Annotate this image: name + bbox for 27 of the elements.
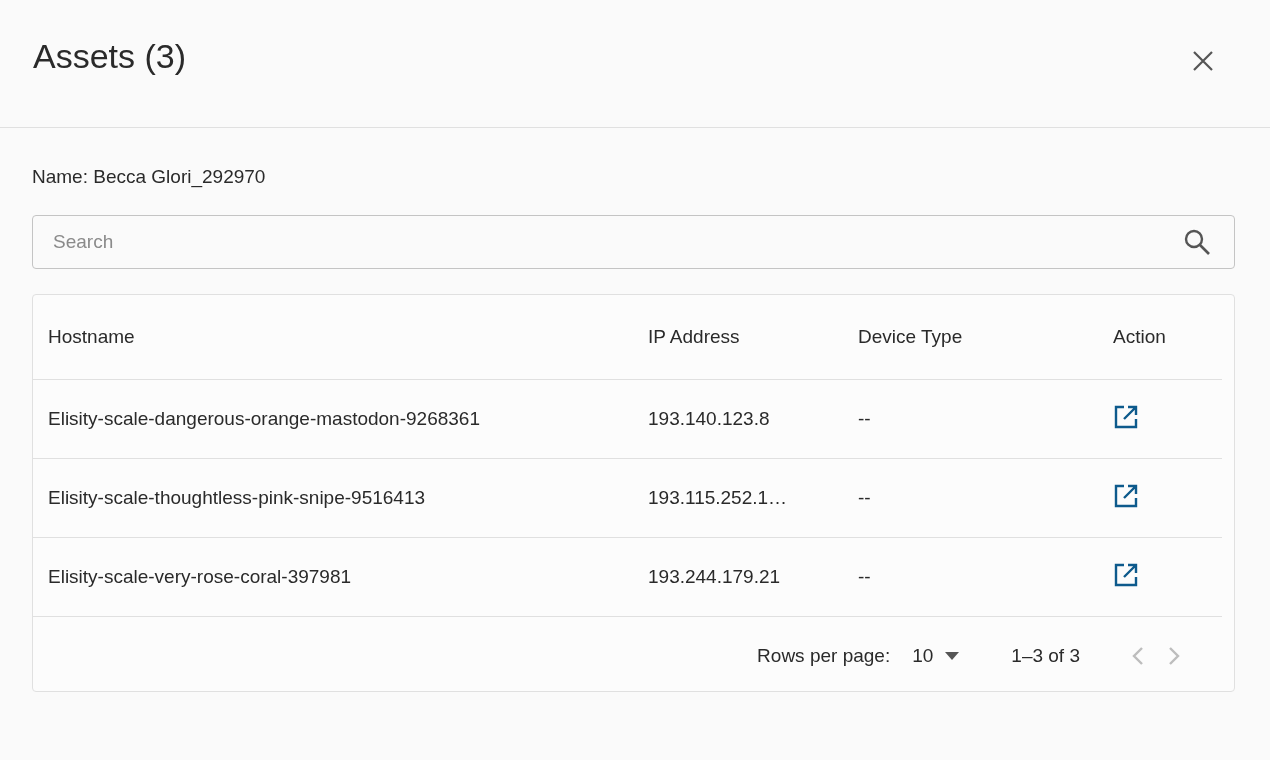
external-link-icon[interactable]	[1113, 561, 1139, 588]
table-cell-text: Elisity-scale-very-rose-coral-397981	[47, 566, 353, 588]
rows-per-page-select[interactable]: 10	[912, 645, 960, 667]
column-header: Hostname	[47, 326, 136, 348]
rows-per-page-label: Rows per page:	[757, 645, 891, 667]
search-field[interactable]: Search	[32, 215, 1235, 269]
table-cell-text: --	[857, 487, 872, 509]
table-cell-text: 193.244.179.21	[647, 566, 782, 588]
table-cell-text: Elisity-scale-thoughtless-pink-snipe-9516413	[47, 487, 427, 509]
search-icon	[1183, 228, 1211, 256]
dialog-title: Assets (3)	[33, 36, 187, 76]
table-cell-text: Elisity-scale-dangerous-orange-mastodon-9268361	[47, 408, 481, 430]
page-range: 1–3 of 3	[1011, 645, 1080, 667]
owner-name: Name: Becca Glori_292970	[32, 166, 267, 188]
table-cell-text: 193.140.123.8	[647, 408, 771, 430]
table-cell-text: --	[857, 408, 872, 430]
column-header: IP Address	[647, 326, 741, 348]
caret-icon	[945, 652, 960, 660]
table-cell-text: 193.115.252.1…	[647, 487, 789, 509]
table-cell-text: --	[857, 566, 872, 588]
external-link-icon[interactable]	[1113, 482, 1139, 509]
close-icon	[1192, 50, 1214, 72]
column-header: Action	[1112, 326, 1167, 348]
chevron-left-icon	[1132, 646, 1144, 666]
chevron-right-icon	[1168, 646, 1180, 666]
column-header: Device Type	[857, 326, 964, 348]
external-link-icon[interactable]	[1113, 403, 1139, 430]
